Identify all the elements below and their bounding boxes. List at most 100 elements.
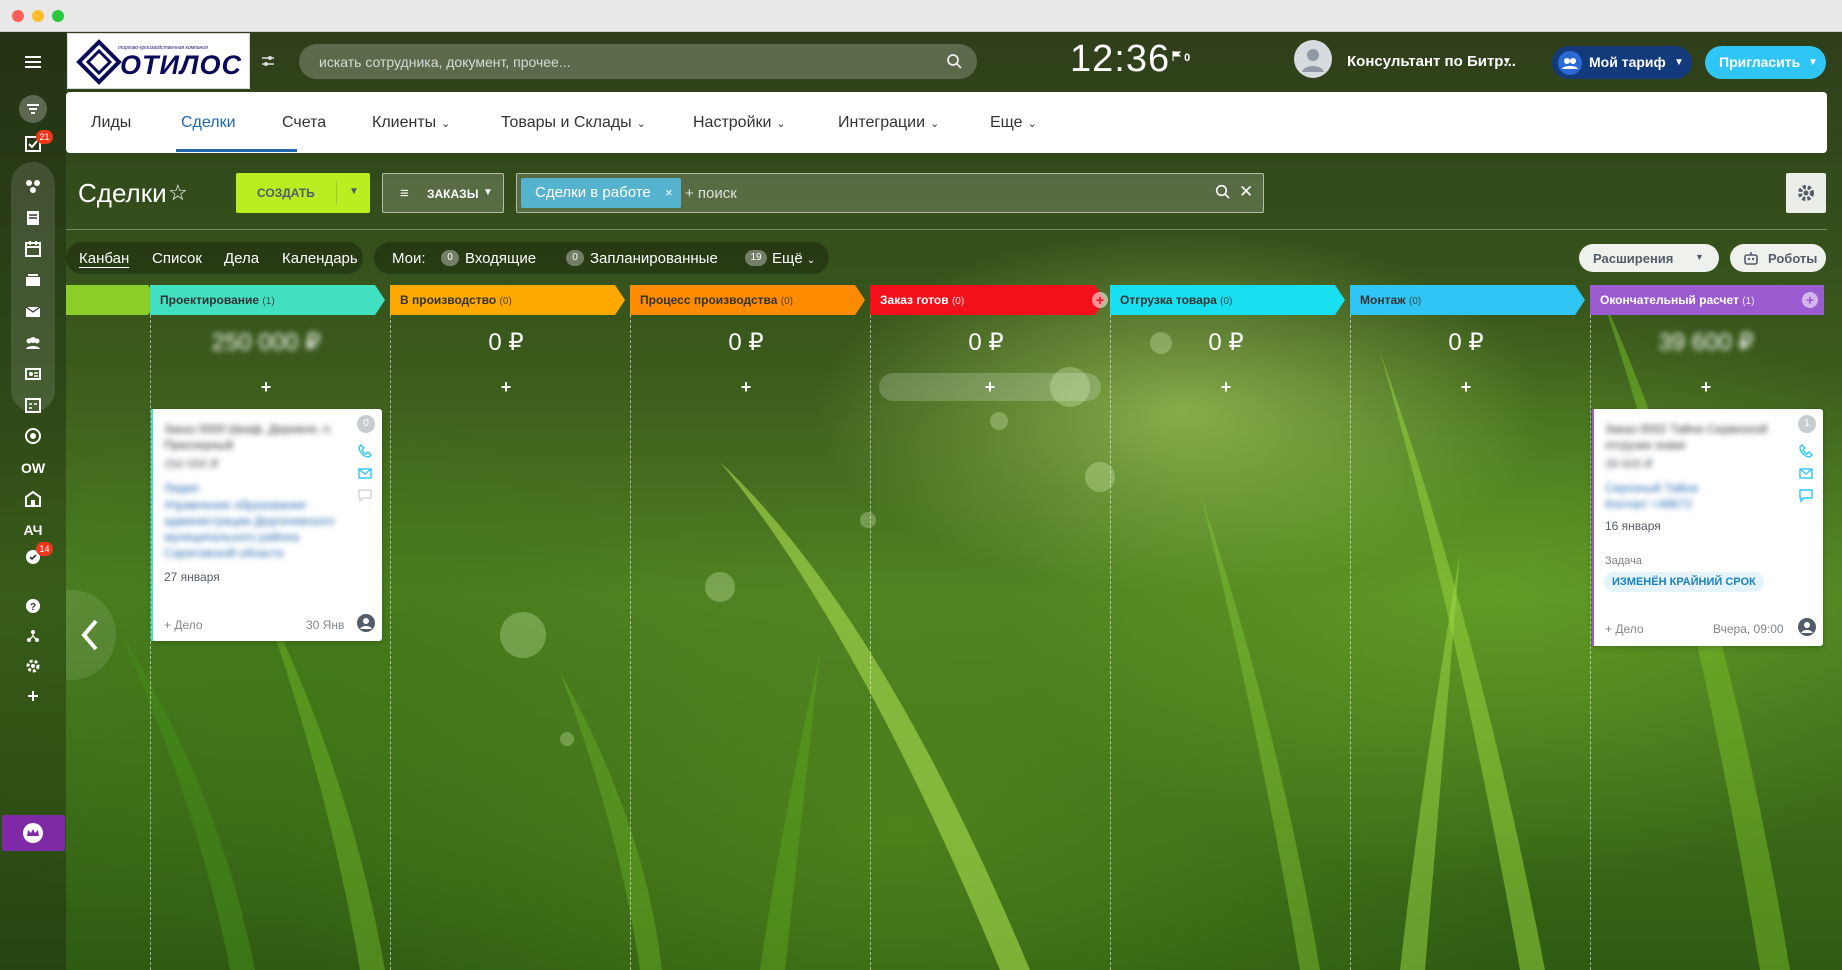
responsible-avatar-icon[interactable]: [356, 613, 376, 633]
sidebar-item-ow[interactable]: OW: [16, 456, 50, 480]
kanban-column-header[interactable]: Процесс производства (0): [630, 285, 865, 315]
user-name[interactable]: Консультант по Битр...: [1347, 53, 1516, 70]
sliders-icon[interactable]: [260, 54, 276, 68]
sidebar-item-documents[interactable]: [21, 206, 45, 230]
deal-card[interactable]: 0 Заказ 0000 Шкаф, Деревня, п. Приозерны…: [151, 409, 382, 641]
kanban-column-header[interactable]: В производство (0): [390, 285, 625, 315]
responsible-avatar-icon[interactable]: [1797, 617, 1817, 637]
sidebar-item-help[interactable]: ?: [21, 594, 45, 618]
nav-item-products[interactable]: Товары и Склады ⌄: [501, 114, 646, 132]
sidebar-crown-button[interactable]: [2, 815, 65, 851]
incoming-filter[interactable]: Входящие: [465, 250, 536, 267]
kanban-column-header[interactable]: Проектирование (1): [150, 285, 385, 315]
my-tariff-button[interactable]: Мой тариф ▼: [1552, 46, 1692, 79]
filter-search-bar[interactable]: Сделки в работе × + поиск ✕: [516, 173, 1264, 213]
sidebar-item-employees[interactable]: [21, 331, 45, 355]
user-avatar[interactable]: [1294, 40, 1332, 78]
kanban-column-header[interactable]: Монтаж (0): [1350, 285, 1585, 315]
orders-category-button[interactable]: ≡ ЗАКАЗЫ ▼: [382, 173, 504, 213]
chevron-down-icon[interactable]: ▼: [1695, 252, 1704, 262]
kanban-column-header[interactable]: Заказ готов (0) +: [870, 285, 1108, 315]
phone-icon[interactable]: [1798, 443, 1814, 459]
add-activity-link[interactable]: + Дело: [164, 618, 203, 632]
planned-filter[interactable]: Запланированные: [590, 250, 718, 267]
add-deal-button[interactable]: +: [1590, 373, 1822, 401]
mail-icon[interactable]: [357, 465, 373, 481]
sidebar-item-crm[interactable]: [21, 174, 45, 198]
sidebar-item-settings[interactable]: [21, 654, 45, 678]
chat-icon[interactable]: [357, 487, 373, 503]
deal-contact-link[interactable]: Контакт +48672: [1605, 497, 1692, 511]
invite-button[interactable]: Пригласить ▼: [1705, 46, 1826, 79]
chevron-down-icon[interactable]: ▼: [1502, 56, 1512, 67]
deal-title[interactable]: Заказ 0000 Шкаф, Деревня, п. Приозерный: [164, 421, 344, 453]
deal-client-link[interactable]: Лидия: [164, 481, 199, 495]
robots-button[interactable]: Роботы: [1730, 244, 1826, 272]
remove-filter-icon[interactable]: ×: [665, 178, 673, 208]
filter-search-placeholder[interactable]: + поиск: [685, 185, 737, 202]
add-deal-button[interactable]: +: [630, 373, 862, 401]
add-deal-button[interactable]: +: [1350, 373, 1582, 401]
sidebar-item-drive[interactable]: [21, 269, 45, 293]
view-calendar-tab[interactable]: Календарь: [282, 250, 358, 267]
sidebar-item-contacts[interactable]: [21, 362, 45, 386]
nav-item-settings[interactable]: Настройки ⌄: [693, 114, 786, 132]
chevron-down-icon: ⌄: [636, 118, 646, 130]
minimize-window-button[interactable]: [32, 10, 44, 22]
view-kanban-tab[interactable]: Канбан: [79, 250, 129, 267]
sidebar-item-mail[interactable]: [21, 300, 45, 324]
sidebar-item-filter[interactable]: [19, 95, 47, 123]
create-button[interactable]: СОЗДАТЬ ▼: [236, 173, 370, 213]
sidebar-item-company[interactable]: [21, 487, 45, 511]
filter-preset-tag[interactable]: Сделки в работе ×: [521, 178, 681, 208]
add-stage-icon[interactable]: +: [1802, 292, 1818, 308]
search-icon[interactable]: [946, 53, 963, 70]
flag-counter[interactable]: 0: [1172, 51, 1190, 64]
clock-time[interactable]: 12:36: [1070, 38, 1170, 81]
sidebar-item-structure[interactable]: [21, 624, 45, 648]
deal-company-link[interactable]: Управление образования администрации Дер…: [164, 497, 344, 561]
global-search-input[interactable]: [319, 44, 919, 79]
sidebar-add-button[interactable]: [21, 684, 45, 708]
chat-icon[interactable]: [1798, 487, 1814, 503]
deal-title[interactable]: Заказ 0002 Тайна Сервизной отгрузки знак…: [1605, 421, 1785, 453]
global-search[interactable]: [299, 44, 977, 79]
mail-icon[interactable]: [1798, 465, 1814, 481]
nav-item-leads[interactable]: Лиды: [91, 114, 131, 132]
deal-client-link[interactable]: Серозный Тайна: [1605, 481, 1698, 495]
clear-search-icon[interactable]: ✕: [1239, 182, 1253, 202]
kanban-column-header[interactable]: Отгрузка товара (0): [1110, 285, 1345, 315]
nav-item-integrations[interactable]: Интеграции ⌄: [838, 114, 939, 132]
view-list-tab[interactable]: Список: [152, 250, 202, 267]
more-filter[interactable]: Ещё ⌄: [772, 250, 815, 267]
robots-label: Роботы: [1768, 251, 1818, 266]
add-deal-button[interactable]: +: [879, 373, 1101, 401]
nav-item-clients[interactable]: Клиенты ⌄: [372, 114, 450, 132]
add-deal-button[interactable]: +: [150, 373, 382, 401]
menu-icon[interactable]: [21, 50, 45, 74]
company-logo[interactable]: торгово-производственная компания ОТИЛОС: [67, 33, 250, 89]
star-icon[interactable]: ☆: [168, 180, 188, 206]
nav-item-more[interactable]: Еще ⌄: [990, 114, 1037, 132]
close-window-button[interactable]: [12, 10, 24, 22]
page-settings-button[interactable]: [1786, 173, 1826, 213]
add-activity-link[interactable]: + Дело: [1605, 622, 1644, 636]
sidebar-item-ach[interactable]: АЧ: [16, 518, 50, 542]
deal-card[interactable]: 1 Заказ 0002 Тайна Сервизной отгрузки зн…: [1592, 409, 1823, 646]
sidebar-item-target[interactable]: [21, 424, 45, 448]
maximize-window-button[interactable]: [52, 10, 64, 22]
nav-item-deals[interactable]: Сделки: [181, 114, 236, 132]
kanban-column-header[interactable]: Окончательный расчет (1) +: [1590, 285, 1824, 315]
logo-name: ОТИЛОС: [120, 50, 242, 80]
phone-icon[interactable]: [357, 443, 373, 459]
search-icon[interactable]: [1215, 184, 1231, 200]
extensions-button[interactable]: Расширения ▼: [1579, 244, 1719, 272]
sidebar-item-schedule[interactable]: [21, 393, 45, 417]
chevron-down-icon[interactable]: ▼: [349, 186, 359, 197]
add-deal-button[interactable]: +: [390, 373, 622, 401]
add-deal-button[interactable]: +: [1110, 373, 1342, 401]
nav-item-invoices[interactable]: Счета: [282, 114, 326, 132]
sidebar-item-calendar[interactable]: [21, 237, 45, 261]
add-stage-icon[interactable]: +: [1092, 292, 1108, 308]
view-tasks-tab[interactable]: Дела: [224, 250, 259, 267]
